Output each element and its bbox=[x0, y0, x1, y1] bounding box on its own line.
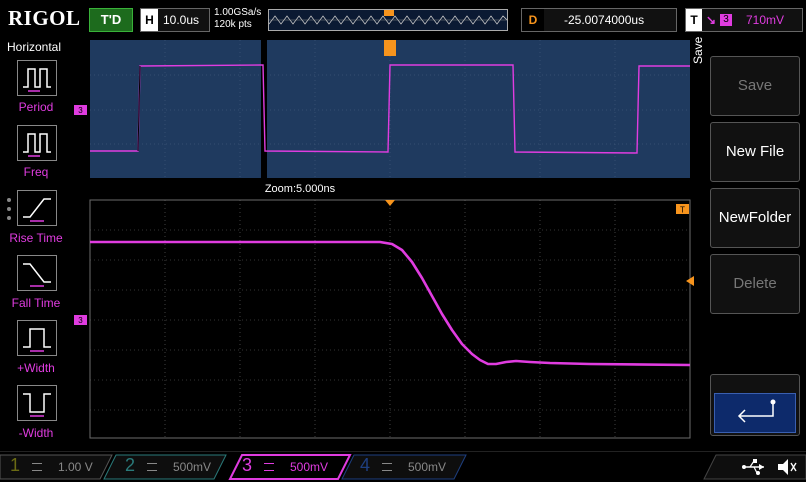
new-folder-button[interactable]: NewFolder bbox=[710, 188, 800, 248]
trigger-level: 710mV bbox=[746, 13, 785, 27]
rise-time-icon bbox=[23, 198, 51, 222]
save-button[interactable]: Save bbox=[710, 56, 800, 116]
memory-overview-strip[interactable] bbox=[268, 9, 508, 31]
horizontal-tag: H bbox=[141, 9, 158, 31]
acquisition-info: 1.00GSa/s 120k pts bbox=[214, 7, 261, 31]
timebase-box[interactable]: H 10.0us bbox=[140, 8, 210, 32]
menu-title: Horizontal bbox=[6, 40, 62, 54]
usb-icon bbox=[742, 459, 764, 475]
period-icon bbox=[23, 68, 51, 92]
channel-4-scale: 500mV bbox=[408, 460, 447, 474]
rise-time-button[interactable] bbox=[17, 190, 57, 226]
dc-coupling-icon bbox=[147, 463, 157, 471]
channel-3-status[interactable]: 3 500mV bbox=[242, 455, 342, 478]
dc-coupling-icon bbox=[382, 463, 392, 471]
run-state-badge[interactable]: T'D bbox=[89, 8, 133, 32]
new-file-button[interactable]: New File bbox=[710, 122, 800, 182]
fall-time-icon bbox=[23, 263, 51, 287]
falling-edge-icon: ↘ bbox=[706, 13, 717, 27]
channel-1-status[interactable]: 1 1.00 V bbox=[10, 455, 110, 478]
rise-time-label: Rise Time bbox=[9, 231, 63, 245]
trigger-source-badge: 3 bbox=[720, 14, 732, 26]
waveform-display[interactable]: 3 Zoom:5.000ns 3 T bbox=[70, 38, 694, 450]
page-dot bbox=[7, 216, 11, 220]
speaker-icon[interactable] bbox=[776, 457, 798, 477]
sample-rate: 1.00GSa/s bbox=[214, 7, 262, 18]
channel-3-number: 3 bbox=[242, 455, 253, 475]
zoom-trigger-t-text: T bbox=[680, 206, 685, 215]
memory-depth: 120k pts bbox=[214, 19, 252, 30]
rigol-logo: RIGOL bbox=[8, 6, 81, 30]
freq-button[interactable] bbox=[17, 125, 57, 161]
fall-time-label: Fall Time bbox=[11, 296, 61, 310]
zoom-window bbox=[89, 199, 691, 439]
positive-width-button[interactable] bbox=[17, 320, 57, 356]
enter-button[interactable] bbox=[710, 374, 800, 436]
negative-width-label: -Width bbox=[18, 426, 54, 440]
negative-width-button[interactable] bbox=[17, 385, 57, 421]
fall-time-button[interactable] bbox=[17, 255, 57, 291]
delay-value: -25.0074000us bbox=[564, 13, 645, 27]
page-dot bbox=[7, 207, 11, 211]
page-dot bbox=[7, 198, 11, 202]
enter-return-icon bbox=[737, 399, 776, 423]
overview-trigger-marker bbox=[384, 9, 394, 16]
positive-width-label: +Width bbox=[17, 361, 55, 375]
zoom-ch3-marker-text: 3 bbox=[78, 316, 83, 325]
channel-2-status[interactable]: 2 500mV bbox=[125, 455, 225, 478]
channel-4-number: 4 bbox=[360, 455, 371, 475]
zoom-label: Zoom:5.000ns bbox=[265, 183, 336, 195]
dc-coupling-icon bbox=[32, 463, 42, 471]
freq-icon bbox=[23, 133, 51, 157]
channel-3-scale: 500mV bbox=[290, 460, 329, 474]
enter-button-face bbox=[714, 393, 796, 433]
freq-label: Freq bbox=[23, 165, 49, 179]
channel-1-scale: 1.00 V bbox=[58, 460, 93, 474]
delay-box[interactable]: D -25.0074000us bbox=[521, 8, 677, 32]
timebase-value: 10.0us bbox=[163, 13, 200, 27]
delete-button[interactable]: Delete bbox=[710, 254, 800, 314]
channel-1-number: 1 bbox=[10, 455, 21, 475]
save-menu-title: Save bbox=[691, 36, 705, 64]
dc-coupling-icon bbox=[264, 463, 274, 471]
period-button[interactable] bbox=[17, 60, 57, 96]
channel-2-number: 2 bbox=[125, 455, 136, 475]
overview-ch3-marker-text: 3 bbox=[78, 106, 83, 115]
overview-trigger-marker bbox=[384, 40, 396, 56]
period-label: Period bbox=[18, 100, 54, 114]
positive-width-icon bbox=[23, 328, 51, 352]
delay-tag: D bbox=[522, 9, 544, 31]
channel-4-status[interactable]: 4 500mV bbox=[360, 455, 460, 478]
negative-width-icon bbox=[23, 393, 51, 417]
overview-waveform bbox=[268, 9, 508, 30]
channel-2-scale: 500mV bbox=[173, 460, 212, 474]
